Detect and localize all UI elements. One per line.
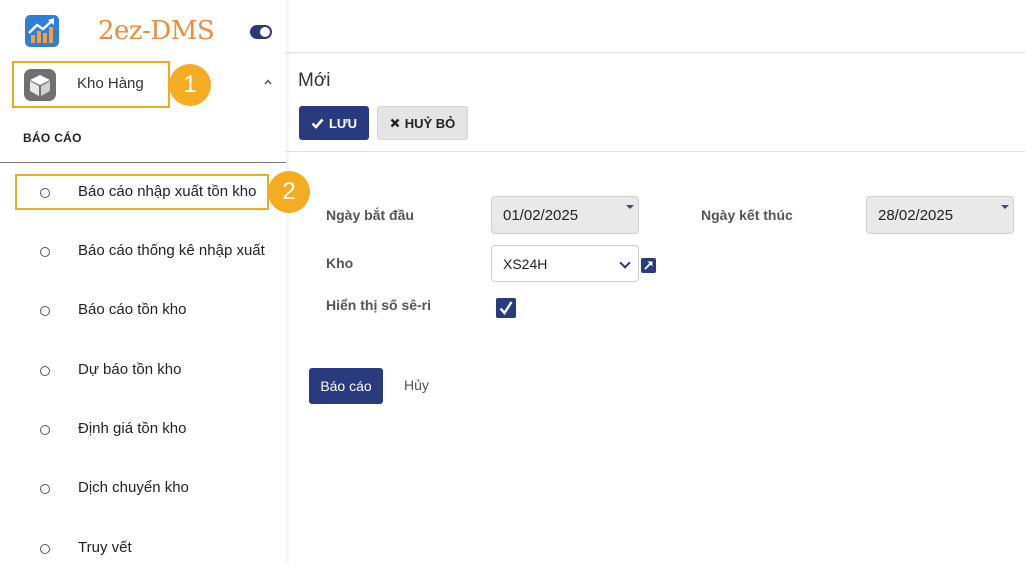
menu-item-bao-cao-nhap-xuat-ton-kho[interactable]: Báo cáo nhập xuất tồn kho [0,173,286,213]
brand-name: 2ez-DMS [98,16,215,46]
warehouse-value: XS24H [503,256,548,272]
check-icon [311,118,324,129]
step-badge-2: 2 [268,171,310,213]
end-date-label: Ngày kết thúc [701,207,793,223]
show-serial-checkbox[interactable] [496,298,516,318]
menu-item-label: Truy vết [78,539,132,556]
menu-item-bao-cao-ton-kho[interactable]: Báo cáo tồn kho [0,291,286,331]
menu-item-label: Báo cáo thống kê nhập xuất [78,242,265,259]
circle-icon [40,188,50,198]
caret-down-icon [626,205,634,209]
menu-item-label: Định giá tồn kho [78,420,187,437]
warehouse-label: Kho [326,255,354,271]
cancel-button-label: HUỶ BỎ [404,115,456,131]
box-icon [24,69,56,101]
circle-icon [40,425,50,435]
check-icon [499,301,513,315]
chevron-down-icon [619,257,631,269]
caret-down-icon [1001,205,1009,209]
module-kho-hang[interactable]: Kho Hàng [12,61,170,108]
menu-item-label: Báo cáo nhập xuất tồn kho [78,183,257,200]
top-bar [286,0,1025,53]
cancel-link[interactable]: Hủy [404,377,429,393]
start-date-value: 01/02/2025 [503,207,579,224]
sidebar: 2ez-DMS Kho Hàng 1 BÁO CÁO Báo cáo nhập … [0,0,310,564]
external-link-icon[interactable] [641,258,656,273]
cancel-button[interactable]: HUỶ BỎ [377,106,468,140]
menu-item-label: Báo cáo tồn kho [78,301,187,318]
menu-item-truy-vet[interactable]: Truy vết [0,529,286,564]
end-date-value: 28/02/2025 [878,207,954,224]
circle-icon [40,306,50,316]
brand-header: 2ez-DMS [0,0,286,62]
app-logo-icon[interactable] [25,15,59,47]
report-button[interactable]: Báo cáo [309,368,383,404]
circle-icon [40,366,50,376]
start-date-input[interactable]: 01/02/2025 [491,196,639,234]
module-label: Kho Hàng [77,75,144,92]
report-button-label: Báo cáo [320,378,372,394]
warehouse-select[interactable]: XS24H [491,245,639,282]
menu-item-dich-chuyen-kho[interactable]: Dịch chuyển kho [0,469,286,509]
header-divider [286,151,1025,152]
menu-item-label: Dự báo tồn kho [78,361,182,378]
step-badge-1: 1 [169,64,211,106]
page-title: Mới [298,70,331,91]
circle-icon [40,544,50,554]
menu-item-du-bao-ton-kho[interactable]: Dự báo tồn kho [0,351,286,391]
section-divider [0,162,286,163]
menu-item-bao-cao-thong-ke[interactable]: Báo cáo thống kê nhập xuất [0,232,286,272]
menu-item-label: Dịch chuyển kho [78,479,189,496]
circle-icon [40,247,50,257]
end-date-input[interactable]: 28/02/2025 [866,196,1014,234]
menu-item-dinh-gia-ton-kho[interactable]: Định giá tồn kho [0,410,286,450]
section-title: BÁO CÁO [23,131,82,145]
circle-icon [40,484,50,494]
start-date-label: Ngày bắt đầu [326,207,414,223]
show-serial-label: Hiển thị số sê-ri [326,297,432,313]
theme-toggle[interactable] [250,25,272,39]
close-icon [390,118,400,128]
save-button[interactable]: LƯU [299,106,369,140]
chevron-up-icon[interactable] [264,78,272,86]
save-button-label: LƯU [328,115,358,131]
